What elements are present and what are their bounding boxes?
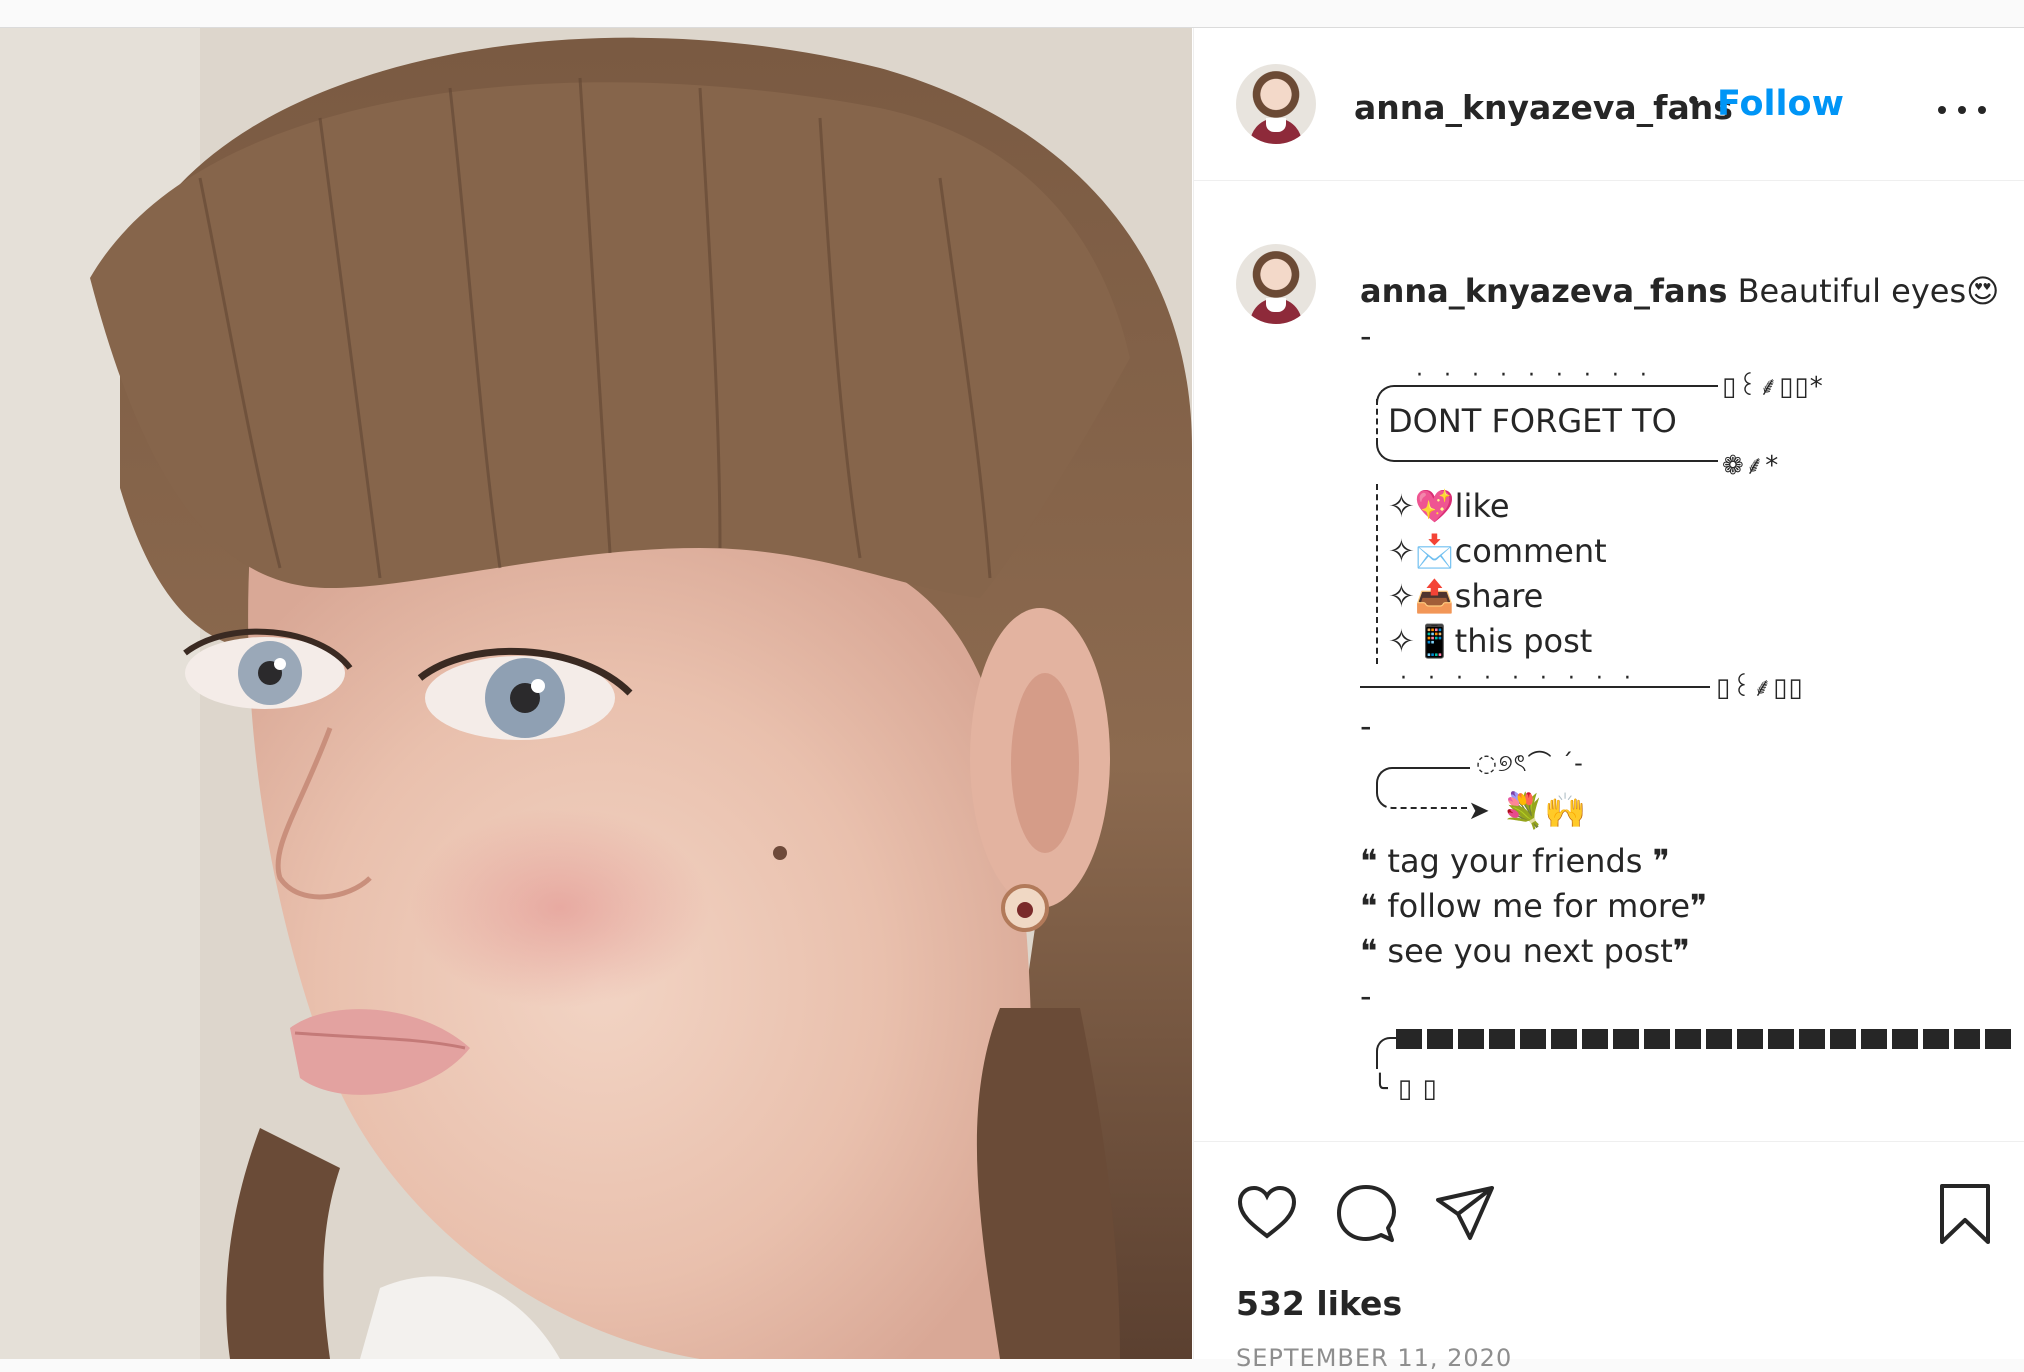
list-item-label: comment: [1454, 532, 1607, 570]
sparkle-heart-icon: ✧💖: [1388, 487, 1455, 525]
list-item-label: share: [1454, 577, 1544, 615]
deco-curve: [1376, 1037, 1398, 1069]
bookmark-icon[interactable]: [1938, 1182, 1992, 1246]
post-side-panel: anna_knyazeva_fans • Follow anna_knyazev…: [1193, 28, 2024, 1372]
deco-curve: [1376, 767, 1470, 809]
avatar-collar: [1266, 118, 1286, 132]
sparkle-envelope-icon: ✧📩: [1388, 532, 1455, 570]
deco-dots: · · · · · · · · ·: [1400, 666, 1638, 691]
deco-swirl: ◌୭ৎ⌒ ˊ-: [1476, 749, 1584, 777]
caption-message: Beautiful eyes😍: [1737, 272, 2000, 310]
caption-username[interactable]: anna_knyazeva_fans: [1360, 272, 1727, 310]
list-item-label: like: [1454, 487, 1510, 525]
deco-tail: ▯꒰⸙▯▯*: [1722, 372, 1824, 402]
sparkle-phone-icon: ✧📱: [1388, 622, 1455, 660]
action-list: ✧💖like ✧📩comment ✧📤share ✧📱this post: [1376, 484, 2000, 664]
deco-rule: · · · · · · · · · ▯꒰⸙▯▯: [1360, 664, 2000, 704]
caption-dash: -: [1360, 977, 1372, 1015]
girl-portrait-illustration: [0, 28, 1192, 1359]
heart-icon[interactable]: [1236, 1184, 1298, 1240]
deco-partial-line: ╰ ▯ ▯: [1372, 1074, 1438, 1104]
send-icon[interactable]: [1434, 1184, 1496, 1242]
author-avatar[interactable]: [1236, 64, 1316, 144]
more-horizontal-icon[interactable]: [1938, 102, 1986, 118]
deco-arrow-block: ◌୭ৎ⌒ ˊ- ➤ 💐🙌: [1376, 749, 2000, 839]
deco-squares: [1396, 1029, 2011, 1049]
comment-icon[interactable]: [1336, 1184, 1396, 1244]
caption-text: anna_knyazeva_fans Beautiful eyes😍 - · ·…: [1360, 269, 2011, 1107]
post-photo[interactable]: [0, 28, 1192, 1359]
likes-count[interactable]: 532 likes: [1236, 1284, 1402, 1323]
caption-author-avatar[interactable]: [1236, 244, 1316, 324]
list-item: ✧💖like: [1388, 484, 2000, 529]
bouquet-hands-icon: 💐🙌: [1502, 791, 1587, 831]
quote-line: ❝ follow me for more❞: [1360, 887, 1708, 925]
quote-line: ❝ see you next post❞: [1360, 932, 1690, 970]
post-header: anna_knyazeva_fans • Follow: [1194, 28, 2024, 181]
post-actions: 532 likes SEPTEMBER 11, 2020: [1194, 1141, 2024, 1372]
deco-frame-bottom: ❁⸙*: [1376, 438, 2000, 484]
separator-dot: •: [1688, 84, 1699, 117]
list-item-label: this post: [1454, 622, 1593, 660]
list-item: ✧📩comment: [1388, 529, 2000, 574]
author-username[interactable]: anna_knyazeva_fans: [1354, 88, 1733, 127]
deco-tail: ▯꒰⸙▯▯: [1716, 673, 1804, 703]
caption-scroll-area[interactable]: anna_knyazeva_fans Beautiful eyes😍 - · ·…: [1194, 181, 2024, 1141]
deco-line: [1376, 438, 1718, 462]
caption-first-line: anna_knyazeva_fans Beautiful eyes😍: [1360, 269, 2000, 314]
deco-dots: · · · · · · · · ·: [1416, 363, 1654, 388]
list-item: ✧📤share: [1388, 574, 2000, 619]
avatar-collar: [1266, 298, 1286, 312]
deco-frame-top: · · · · · · · · · ▯꒰⸙▯▯*: [1376, 359, 2000, 403]
quote-line: ❝ tag your friends ❞: [1360, 842, 1670, 880]
post-container: anna_knyazeva_fans • Follow anna_knyazev…: [0, 27, 2024, 1372]
arrow-icon: ➤: [1468, 796, 1490, 826]
sparkle-outbox-icon: ✧📤: [1388, 577, 1455, 615]
follow-button[interactable]: Follow: [1717, 84, 1844, 124]
post-date[interactable]: SEPTEMBER 11, 2020: [1236, 1344, 1512, 1372]
deco-black-bar: [1376, 1019, 2011, 1069]
deco-tail: ❁⸙*: [1722, 451, 1780, 481]
caption-dash: -: [1360, 707, 1372, 745]
